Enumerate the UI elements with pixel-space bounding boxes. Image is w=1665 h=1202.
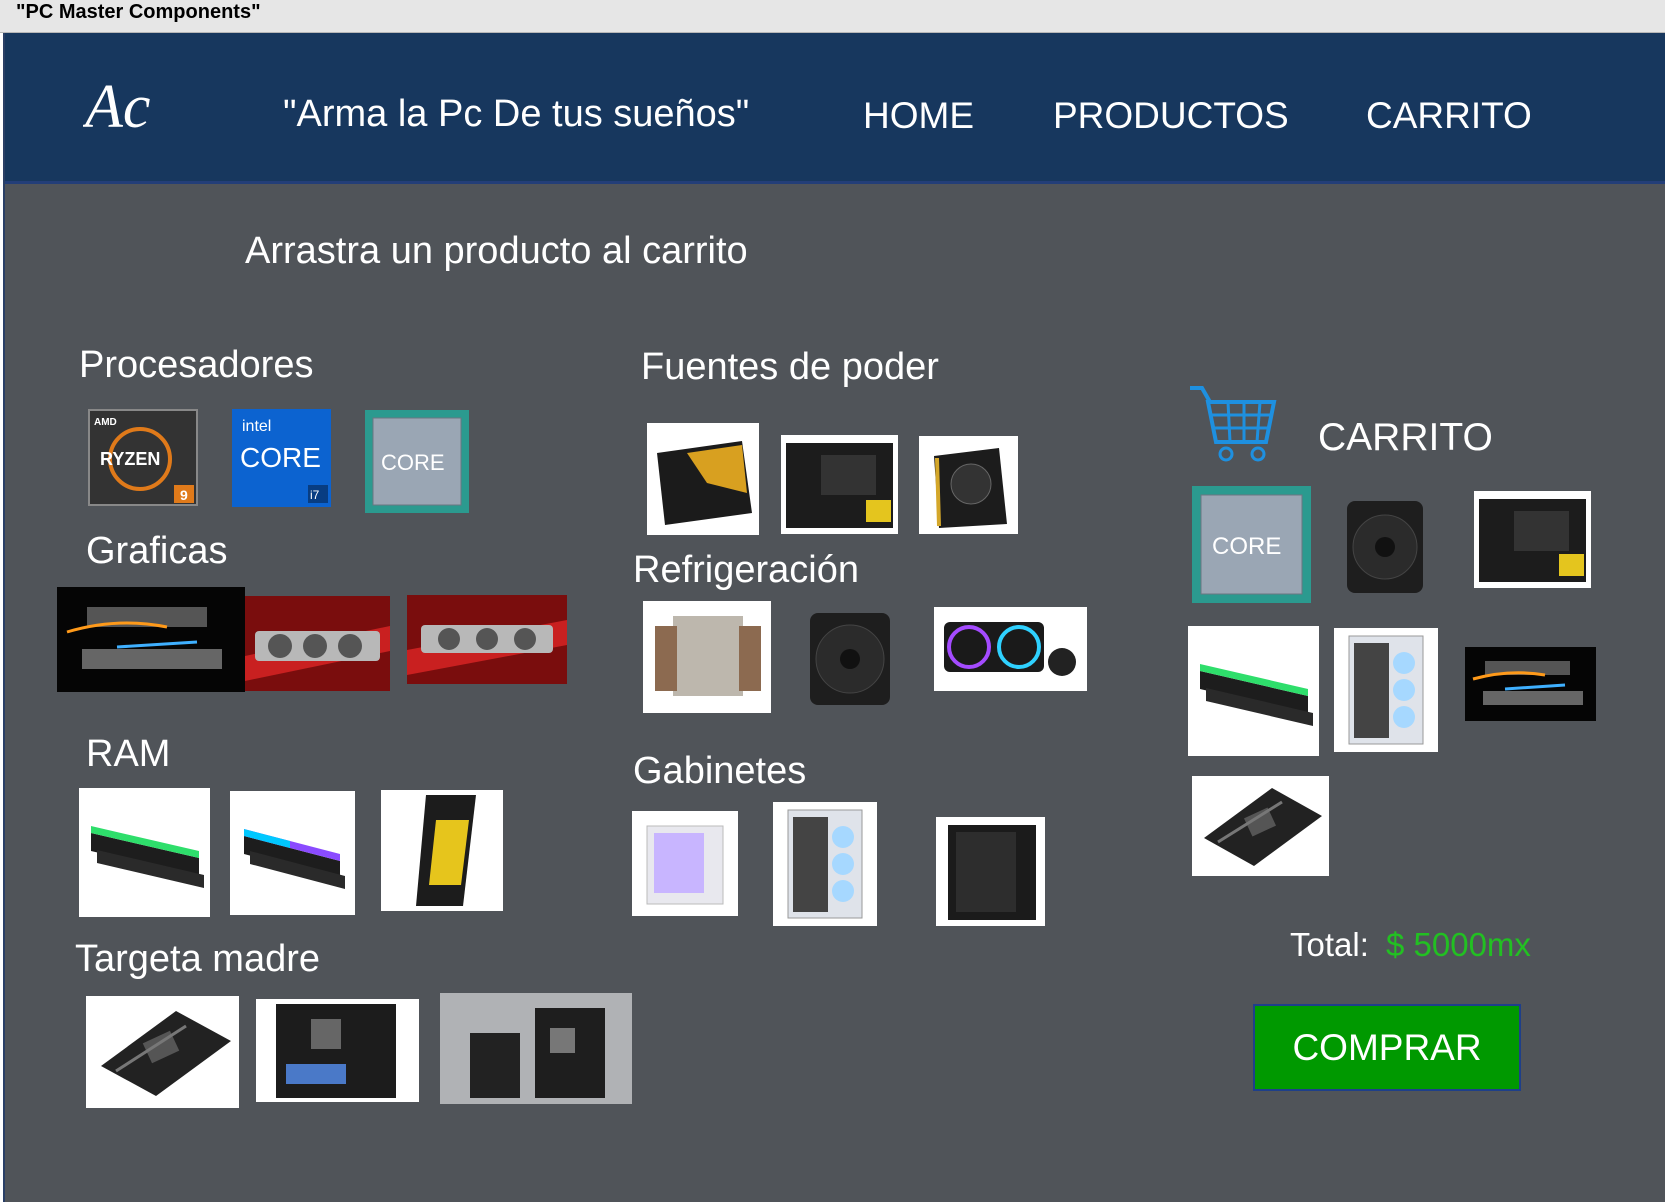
product-psu-seasonic[interactable]: [647, 423, 759, 535]
product-intel-i7[interactable]: intel CORE i7: [232, 409, 331, 507]
total-label: Total:: [1290, 926, 1369, 963]
product-case-mesh[interactable]: [773, 802, 877, 926]
product-ram-fury-1[interactable]: [79, 788, 210, 917]
product-intel-core[interactable]: CORE: [365, 410, 469, 513]
product-psu-evga[interactable]: [919, 436, 1018, 534]
cart-item-gpu[interactable]: [1465, 647, 1596, 721]
nav-carrito[interactable]: CARRITO: [1366, 95, 1532, 137]
comprar-button[interactable]: COMPRAR: [1253, 1004, 1521, 1091]
cart-item-psu[interactable]: [1474, 491, 1591, 588]
svg-text:RYZEN: RYZEN: [100, 449, 160, 469]
svg-text:9: 9: [180, 487, 188, 503]
product-mobo-3[interactable]: [440, 993, 632, 1104]
svg-text:CORE: CORE: [381, 450, 445, 475]
cart-item-intel-core[interactable]: CORE: [1192, 486, 1311, 603]
shopping-cart-icon: [1188, 382, 1280, 464]
product-case-black[interactable]: [936, 817, 1045, 926]
total-value: $ 5000mx: [1386, 926, 1531, 963]
section-ram: RAM: [86, 733, 171, 775]
cart-item-case[interactable]: [1334, 628, 1438, 752]
product-psu-corsair[interactable]: [781, 435, 898, 534]
navbar: Ac "Arma la Pc De tus sueños" HOME PRODU…: [5, 33, 1665, 184]
slogan: "Arma la Pc De tus sueños": [283, 93, 750, 135]
svg-text:CORE: CORE: [1212, 533, 1281, 560]
nav-home[interactable]: HOME: [863, 95, 974, 137]
section-fuentes-de-poder: Fuentes de poder: [641, 346, 939, 388]
logo-text: Ac: [83, 73, 150, 141]
product-case-white[interactable]: [632, 811, 738, 916]
section-targeta-madre: Targeta madre: [75, 938, 321, 980]
product-gpu-radeon-1[interactable]: [245, 596, 390, 691]
section-gabinetes: Gabinetes: [633, 750, 807, 792]
cart-item-cooler[interactable]: [1333, 491, 1437, 603]
section-procesadores: Procesadores: [79, 344, 314, 386]
svg-text:CORE: CORE: [240, 442, 321, 473]
cart-item-ram[interactable]: [1188, 626, 1319, 756]
section-refrigeracion: Refrigeración: [633, 549, 859, 591]
app-window: Ac "Arma la Pc De tus sueños" HOME PRODU…: [3, 33, 1665, 1202]
product-ram-corsair[interactable]: [381, 790, 503, 911]
product-cooler-nzxt[interactable]: [934, 607, 1087, 691]
product-mobo-1[interactable]: [86, 996, 239, 1108]
section-graficas: Graficas: [86, 530, 228, 572]
svg-text:i7: i7: [310, 488, 320, 502]
logo[interactable]: Ac: [81, 67, 155, 147]
svg-text:AMD: AMD: [94, 417, 117, 428]
product-mobo-2[interactable]: [256, 999, 419, 1102]
cart-item-motherboard[interactable]: [1192, 776, 1329, 876]
product-cooler-hyper[interactable]: [795, 603, 905, 715]
product-gpu-radeon-2[interactable]: [407, 595, 567, 684]
product-gpu-nvidia[interactable]: [57, 587, 245, 692]
product-cooler-noctua[interactable]: [643, 601, 771, 713]
drag-instruction: Arrastra un producto al carrito: [245, 230, 748, 272]
product-ryzen-9[interactable]: AMD RYZEN 9: [88, 409, 198, 506]
window-title: "PC Master Components": [16, 1, 261, 23]
svg-text:intel: intel: [242, 418, 271, 435]
product-ram-rgb[interactable]: [230, 791, 355, 915]
nav-productos[interactable]: PRODUCTOS: [1053, 95, 1289, 137]
window-titlebar: "PC Master Components": [0, 0, 1665, 33]
cart-title: CARRITO: [1318, 416, 1493, 459]
